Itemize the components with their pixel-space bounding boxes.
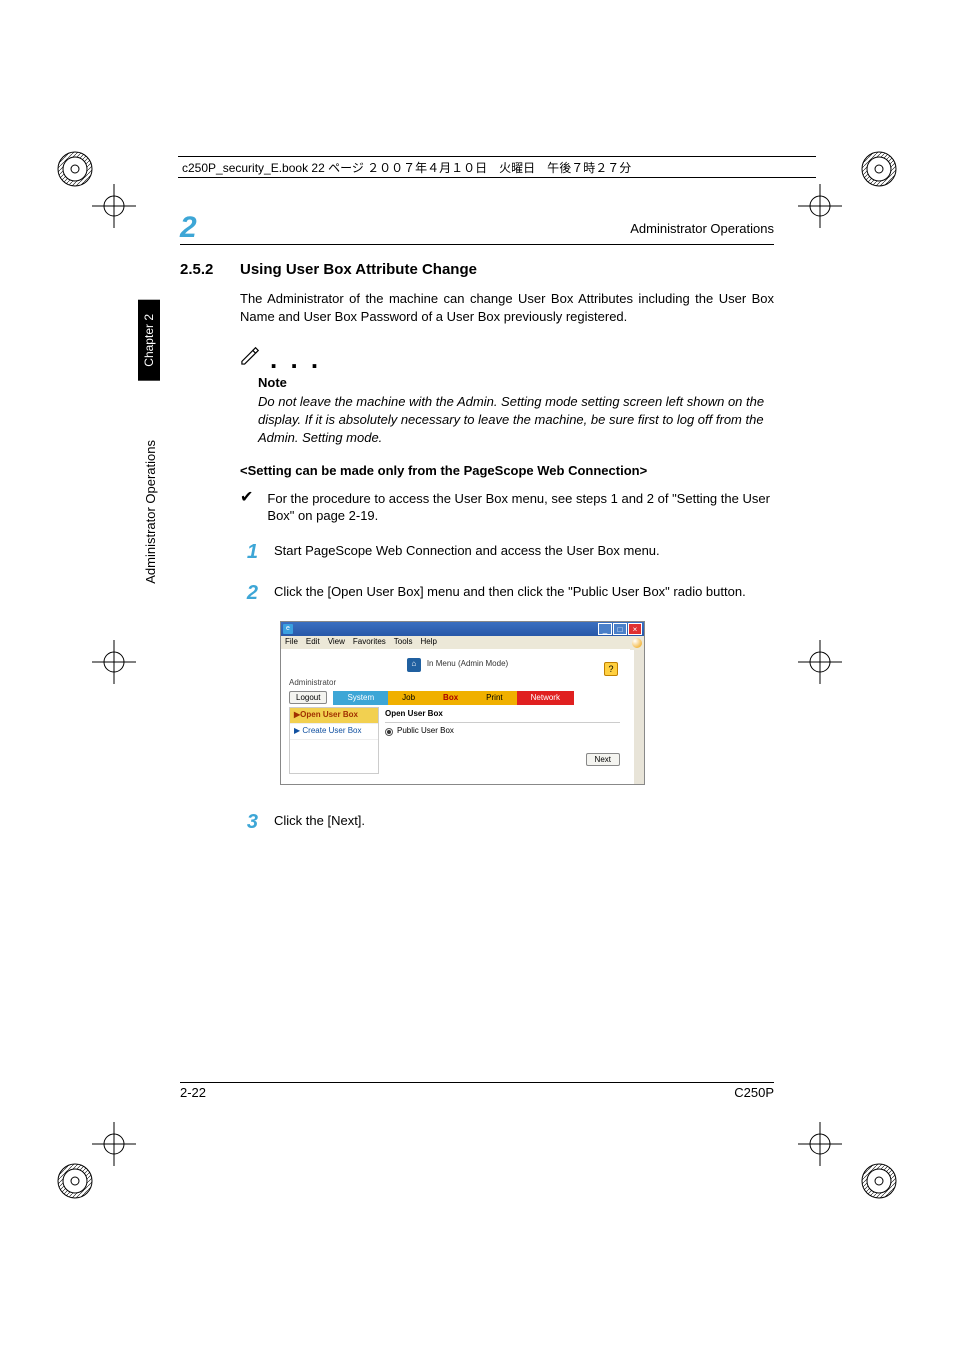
tab-network[interactable]: Network xyxy=(517,691,574,706)
section-number: 2.5.2 xyxy=(180,260,222,280)
menu-view[interactable]: View xyxy=(328,637,345,648)
regmark-bottom-right xyxy=(860,1162,898,1200)
crosshair-br xyxy=(798,1122,842,1166)
administrator-label: Administrator xyxy=(289,678,626,689)
tab-box[interactable]: Box xyxy=(429,691,472,706)
note-body: Do not leave the machine with the Admin.… xyxy=(258,393,784,446)
window-minimize-button[interactable]: _ xyxy=(598,623,612,635)
checkmark-icon: ✔ xyxy=(240,490,253,525)
book-header-text: c250P_security_E.book 22 ページ ２００７年４月１０日 … xyxy=(182,159,631,176)
subheading: <Setting can be made only from the PageS… xyxy=(240,462,774,480)
menu-tools[interactable]: Tools xyxy=(394,637,413,648)
side-chapter-tab: Chapter 2 xyxy=(138,300,160,381)
step-number: 2 xyxy=(240,580,258,607)
next-button[interactable]: Next xyxy=(586,753,620,766)
logout-button[interactable]: Logout xyxy=(289,691,327,704)
nav-open-user-box[interactable]: ▶Open User Box xyxy=(290,708,378,724)
note-dots-icon: . . . xyxy=(270,357,321,362)
pagescope-header: ⌂ In Menu (Admin Mode) xyxy=(289,658,626,672)
model-number: C250P xyxy=(734,1085,774,1100)
header-rule xyxy=(180,244,774,245)
step-1: 1 Start PageScope Web Connection and acc… xyxy=(240,539,774,566)
page-number: 2-22 xyxy=(180,1085,206,1100)
tab-job[interactable]: Job xyxy=(388,691,429,706)
tab-strip: System Job Box Print Network xyxy=(333,691,574,706)
browser-throbber-icon xyxy=(630,636,644,650)
crosshair-tl xyxy=(92,184,136,228)
page-footer: 2-22 C250P xyxy=(180,1082,774,1100)
book-header-line: c250P_security_E.book 22 ページ ２００７年４月１０日 … xyxy=(178,156,816,178)
side-section-label: Administrator Operations xyxy=(143,440,158,584)
menu-file[interactable]: File xyxy=(285,637,298,648)
step-number: 3 xyxy=(240,809,258,836)
step-3: 3 Click the [Next]. xyxy=(240,809,774,836)
browser-menubar: File Edit View Favorites Tools Help xyxy=(281,636,630,649)
help-icon[interactable]: ? xyxy=(604,662,618,676)
regmark-top-left xyxy=(56,150,94,188)
nav-create-user-box[interactable]: ▶ Create User Box xyxy=(290,724,378,740)
note-pencil-icon xyxy=(240,345,262,370)
section-heading: 2.5.2 Using User Box Attribute Change xyxy=(180,260,774,280)
crosshair-ml xyxy=(92,640,136,684)
menu-favorites[interactable]: Favorites xyxy=(353,637,386,648)
step-text: Click the [Next]. xyxy=(274,809,774,830)
check-row: ✔ For the procedure to access the User B… xyxy=(240,490,774,525)
window-close-button[interactable]: × xyxy=(628,623,642,635)
running-title: Administrator Operations xyxy=(630,221,774,236)
menu-help[interactable]: Help xyxy=(420,637,436,648)
step-text: Start PageScope Web Connection and acces… xyxy=(274,539,774,560)
window-titlebar: e _ □ × xyxy=(281,622,644,636)
running-header: 2 Administrator Operations xyxy=(180,216,774,240)
box-right-panel: Open User Box Public User Box Next xyxy=(379,707,626,774)
pagescope-mode-text: In Menu (Admin Mode) xyxy=(427,659,508,670)
note-icon-row: . . . xyxy=(240,345,774,370)
step-number: 1 xyxy=(240,539,258,566)
window-maximize-button[interactable]: □ xyxy=(613,623,627,635)
crosshair-mr xyxy=(798,640,842,684)
intro-paragraph: The Administrator of the machine can cha… xyxy=(240,290,774,325)
screenshot-panel: e _ □ × File Edit View Favorites Tools H… xyxy=(280,621,645,785)
radio-icon[interactable] xyxy=(385,728,393,736)
pagescope-logo-icon: ⌂ xyxy=(407,658,421,672)
panel-heading: Open User Box xyxy=(385,709,620,723)
regmark-top-right xyxy=(860,150,898,188)
radio-public-user-box[interactable]: Public User Box xyxy=(385,726,620,737)
chapter-number: 2 xyxy=(180,211,197,245)
crosshair-tr xyxy=(798,184,842,228)
tab-system[interactable]: System xyxy=(333,691,388,706)
check-text: For the procedure to access the User Box… xyxy=(267,490,774,525)
box-side-nav: ▶Open User Box ▶ Create User Box xyxy=(289,707,379,774)
scrollbar[interactable] xyxy=(634,650,644,784)
radio-label: Public User Box xyxy=(397,726,454,737)
section-title: Using User Box Attribute Change xyxy=(240,260,477,280)
tab-print[interactable]: Print xyxy=(472,691,516,706)
menu-edit[interactable]: Edit xyxy=(306,637,320,648)
step-text: Click the [Open User Box] menu and then … xyxy=(274,580,774,601)
crosshair-bl xyxy=(92,1122,136,1166)
step-2: 2 Click the [Open User Box] menu and the… xyxy=(240,580,774,607)
regmark-bottom-left xyxy=(56,1162,94,1200)
ie-icon: e xyxy=(283,624,293,634)
main-content: 2.5.2 Using User Box Attribute Change Th… xyxy=(180,260,774,850)
note-label: Note xyxy=(258,374,774,392)
